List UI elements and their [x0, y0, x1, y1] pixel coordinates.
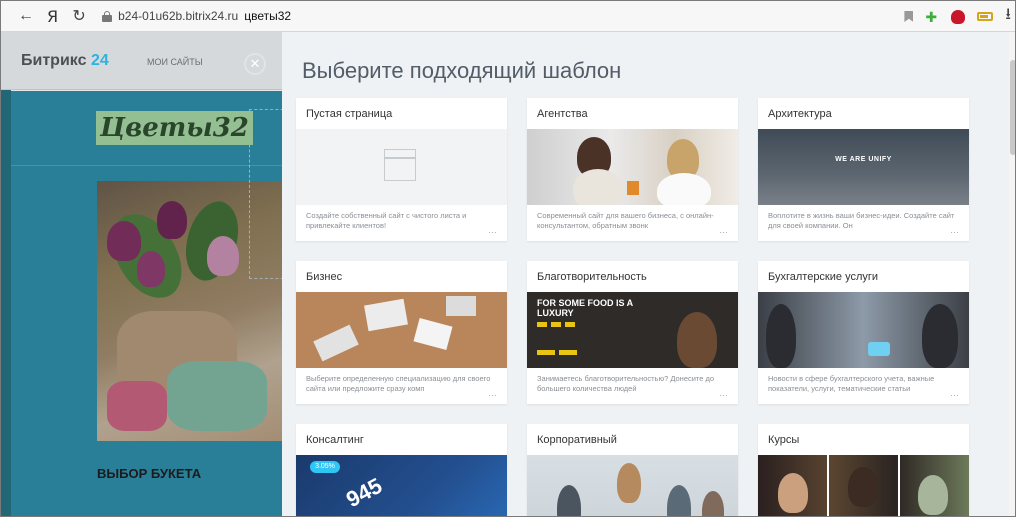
template-card-architecture[interactable]: Архитектура WE ARE UNIFY Воплотите в жиз… [758, 98, 969, 241]
battery-icon[interactable] [977, 12, 994, 21]
image-figure: 945 [342, 472, 387, 513]
card-title: Пустая страница [306, 107, 393, 120]
template-card-consulting[interactable]: Консалтинг 3.05% 945 [296, 424, 507, 516]
scrollbar-thumb[interactable] [1010, 60, 1015, 155]
card-title: Архитектура [768, 107, 832, 120]
template-card-business[interactable]: Бизнес Выберите определенную специализац… [296, 261, 507, 404]
card-description: Воплотите в жизнь ваши бизнес-идеи. Созд… [768, 211, 959, 235]
card-title: Корпоративный [537, 433, 617, 446]
url-path: цветы32 [244, 9, 292, 23]
yandex-icon[interactable]: Я [47, 7, 58, 26]
more-icon[interactable]: … [950, 225, 959, 235]
bookmark-icon[interactable] [904, 11, 914, 22]
card-image [527, 455, 738, 516]
card-image [758, 292, 969, 368]
page-title: Выберите подходящий шаблон [302, 58, 622, 83]
template-card-accounting[interactable]: Бухгалтерские услуги Новости в сфере бух… [758, 261, 969, 404]
card-title: Бизнес [306, 270, 343, 283]
card-title: Агентства [537, 107, 588, 120]
url-domain: b24-01u62b.bitrix24.ru [118, 9, 239, 23]
card-title: Консалтинг [306, 433, 364, 446]
extension-green-icon[interactable]: ✚ [925, 10, 939, 24]
lock-icon[interactable] [102, 10, 113, 22]
card-image: 3.05% 945 [296, 455, 507, 516]
card-description: Занимаетесь благотворительностью? Донеси… [537, 374, 728, 398]
back-arrow-icon[interactable]: ← [15, 5, 37, 27]
card-title: Бухгалтерские услуги [768, 270, 879, 283]
reload-icon[interactable]: ↻ [68, 5, 90, 27]
address-bar[interactable]: b24-01u62b.bitrix24.ru цветы32 [118, 9, 291, 23]
image-caption: FOR SOME FOOD IS A LUXURY [537, 298, 633, 318]
card-description: Новости в сфере бухгалтерского учета, ва… [768, 374, 959, 398]
card-image: FOR SOME FOOD IS A LUXURY [527, 292, 738, 368]
adblock-icon[interactable] [951, 9, 966, 24]
download-icon[interactable]: ⭳ [1005, 3, 1011, 30]
card-description: Создайте собственный сайт с чистого лист… [306, 211, 497, 235]
card-title: Благотворительность [537, 270, 647, 283]
close-icon[interactable]: ✕ [244, 53, 266, 75]
template-card-courses[interactable]: Курсы [758, 424, 969, 516]
image-badge: 3.05% [310, 461, 340, 473]
scrollbar[interactable] [1009, 32, 1015, 516]
more-icon[interactable]: … [719, 388, 728, 398]
card-title: Курсы [768, 433, 800, 446]
image-caption: WE ARE UNIFY [835, 156, 892, 163]
card-image: WE ARE UNIFY [758, 129, 969, 205]
more-icon[interactable]: … [950, 388, 959, 398]
overlay-dim[interactable] [1, 32, 282, 516]
more-icon[interactable]: … [488, 388, 497, 398]
browser-toolbar: ← Я ↻ b24-01u62b.bitrix24.ru цветы32 ✚ ⭳ [1, 1, 1015, 32]
card-image [758, 455, 969, 516]
more-icon[interactable]: … [488, 225, 497, 235]
template-card-corporate[interactable]: Корпоративный [527, 424, 738, 516]
browser-window: ← Я ↻ b24-01u62b.bitrix24.ru цветы32 ✚ ⭳… [0, 0, 1016, 517]
blank-page-icon [384, 149, 416, 181]
card-image [296, 292, 507, 368]
card-image [296, 129, 507, 205]
card-description: Выберите определенную специализацию для … [306, 374, 497, 398]
template-card-blank[interactable]: Пустая страница Создайте собственный сай… [296, 98, 507, 241]
card-image [527, 129, 738, 205]
template-slider: Выберите подходящий шаблон Пустая страни… [282, 32, 1015, 516]
more-icon[interactable]: … [719, 225, 728, 235]
card-description: Современный сайт для вашего бизнеса, с о… [537, 211, 728, 235]
template-card-charity[interactable]: Благотворительность FOR SOME FOOD IS A L… [527, 261, 738, 404]
template-card-agency[interactable]: Агентства Современный сайт для вашего би… [527, 98, 738, 241]
